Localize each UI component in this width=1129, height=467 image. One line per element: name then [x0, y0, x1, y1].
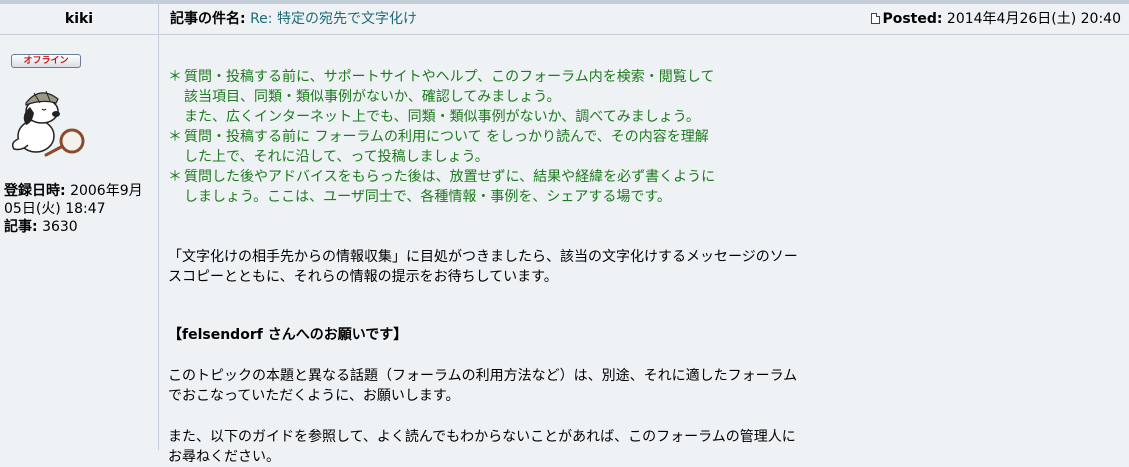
message-paragraph: 「文字化けの相手先からの情報収集」に目処がつきましたら、該当の文字化けするメッセ…	[168, 247, 868, 287]
posted-label: Posted:	[882, 11, 943, 27]
guideline-line: ＊質問した後やアドバイスをもらった後は、放置せずに、結果や経緯を必ず書くように	[168, 167, 868, 187]
guideline-line: 該当項目、同類・類似事例がないか、確認してみましょう。	[184, 89, 561, 105]
message-paragraph: このトピックの本題と異なる話題（フォーラムの利用方法など）は、別途、それに適した…	[168, 366, 868, 406]
paragraph-line: また、以下のガイドを参照して、よく読んでもわからないことがあれば、このフォーラム…	[168, 429, 796, 445]
forum-guidelines: ＊質問・投稿する前に、サポートサイトやヘルプ、このフォーラム内を検索・閲覧して …	[168, 67, 868, 207]
paragraph-line: スコピーとともに、それらの情報の提示をお待ちしています。	[168, 269, 558, 285]
post-document-icon[interactable]	[871, 13, 881, 24]
user-info: 登録日時: 2006年9月 05日(火) 18:47 記事: 3630	[4, 182, 156, 236]
post-author-name[interactable]: kiki	[0, 4, 159, 35]
posted-value: 2014年4月26日(土) 20:40	[946, 11, 1121, 27]
guideline-text: 質問・投稿する前に、サポートサイトやヘルプ、このフォーラム内を検索・閲覧して	[184, 69, 715, 85]
paragraph-line: お尋ねください。	[168, 449, 280, 465]
registered-value: 2006年9月	[70, 183, 143, 199]
snoopy-detective-avatar	[11, 90, 85, 157]
paragraph-line: このトピックの本題と異なる話題（フォーラムの利用方法など）は、別途、それに適した…	[168, 368, 798, 384]
user-profile-column: オフライン 登録日時: 2006年9月 05日(火) 18:47 記事: 363…	[0, 35, 159, 450]
post-header: 記事の件名: Re: 特定の宛先で文字化け Posted: 2014年4月26日…	[159, 4, 1129, 35]
paragraph-line: でおこなっていただくように、お願いします。	[168, 388, 460, 404]
guideline-line: ＊質問・投稿する前に フォーラムの利用について をしっかり読んで、その内容を理解	[168, 127, 868, 147]
post-date: Posted: 2014年4月26日(土) 20:40	[871, 4, 1121, 34]
guideline-text: 質問・投稿する前に フォーラムの利用について をしっかり読んで、その内容を理解	[184, 129, 709, 145]
registered-value-cont: 05日(火) 18:47	[4, 201, 106, 217]
bullet: ＊	[168, 69, 182, 85]
registered-label: 登録日時:	[4, 183, 66, 199]
guideline-text: 質問した後やアドバイスをもらった後は、放置せずに、結果や経緯を必ず書くように	[184, 169, 716, 185]
posts-value: 3630	[42, 219, 78, 235]
subject-label: 記事の件名:	[170, 11, 246, 27]
paragraph-line: 「文字化けの相手先からの情報収集」に目処がつきましたら、該当の文字化けするメッセ…	[168, 249, 798, 265]
bullet: ＊	[168, 129, 182, 145]
post-subject: 記事の件名: Re: 特定の宛先で文字化け	[170, 4, 417, 34]
posts-label: 記事:	[4, 219, 38, 235]
registered-date: 登録日時: 2006年9月	[4, 182, 156, 200]
guideline-line: ＊質問・投稿する前に、サポートサイトやヘルプ、このフォーラム内を検索・閲覧して	[168, 67, 868, 87]
message-body: ＊質問・投稿する前に、サポートサイトやヘルプ、このフォーラム内を検索・閲覧して …	[168, 67, 868, 467]
offline-status-badge: オフライン	[11, 54, 81, 68]
guideline-line: した上で、それに沿して、って投稿しましょう。	[184, 149, 489, 165]
bullet: ＊	[168, 169, 182, 185]
guideline-line: また、広くインターネット上でも、同類・類似事例がないか、調べてみましょう。	[184, 109, 700, 125]
post: kiki 記事の件名: Re: 特定の宛先で文字化け Posted: 2014年…	[0, 4, 1129, 465]
guideline-line: しましょう。ここは、ユーザ同士で、各種情報・事例を、シェアする場です。	[184, 189, 671, 205]
request-heading: 【felsendorf さんへのお願いです】	[168, 327, 408, 343]
message-paragraph: また、以下のガイドを参照して、よく読んでもわからないことがあれば、このフォーラム…	[168, 427, 868, 467]
post-count: 記事: 3630	[4, 218, 156, 236]
subject-link[interactable]: Re: 特定の宛先で文字化け	[250, 11, 417, 27]
